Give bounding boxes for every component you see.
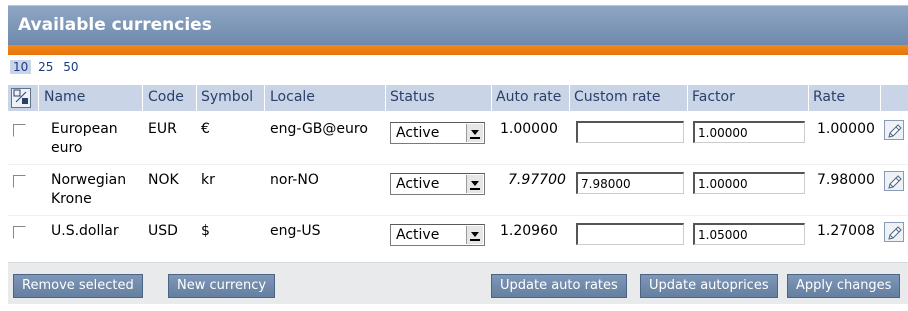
currency-locale: eng-US bbox=[270, 223, 321, 239]
custom-rate-input[interactable]: 7.98000 bbox=[576, 172, 684, 194]
column-header-code[interactable]: Code bbox=[148, 89, 184, 105]
column-header-locale[interactable]: Locale bbox=[270, 89, 315, 105]
status-select-value: Active bbox=[396, 125, 440, 141]
rate-value: 7.98000 bbox=[817, 172, 875, 188]
chevron-down-icon[interactable] bbox=[466, 226, 483, 244]
page-size-selector: 10 25 50 bbox=[10, 60, 82, 74]
currency-symbol: kr bbox=[201, 172, 215, 188]
currency-code: EUR bbox=[148, 121, 177, 137]
custom-rate-input[interactable] bbox=[576, 121, 684, 143]
rate-value: 1.27008 bbox=[817, 223, 875, 239]
column-header-rate[interactable]: Rate bbox=[813, 89, 845, 105]
currencies-panel: Available currencies 10 25 50 Name Code … bbox=[8, 0, 908, 311]
apply-changes-button[interactable]: Apply changes bbox=[787, 274, 901, 298]
update-autoprices-button[interactable]: Update autoprices bbox=[640, 274, 778, 298]
currency-code: USD bbox=[148, 223, 178, 239]
auto-rate-value: 1.00000 bbox=[500, 121, 558, 137]
status-select[interactable]: Active bbox=[390, 224, 485, 246]
row-select-checkbox[interactable] bbox=[13, 124, 26, 137]
column-header-symbol[interactable]: Symbol bbox=[201, 89, 253, 105]
column-header-auto-rate[interactable]: Auto rate bbox=[496, 89, 561, 105]
page-size-option-50[interactable]: 50 bbox=[60, 60, 81, 74]
page-size-option-25[interactable]: 25 bbox=[35, 60, 56, 74]
edit-pencil-icon[interactable] bbox=[884, 222, 904, 242]
currency-name-line1: Norwegian bbox=[51, 172, 127, 188]
factor-input[interactable]: 1.05000 bbox=[693, 223, 805, 245]
table-header: Name Code Symbol Locale Status Auto rate… bbox=[8, 85, 908, 111]
currency-name-line1: European bbox=[51, 121, 118, 137]
table-row: U.S.dollar USD $ eng-US Active 1.20960 1… bbox=[8, 216, 908, 256]
status-select[interactable]: Active bbox=[390, 173, 485, 195]
status-select[interactable]: Active bbox=[390, 122, 485, 144]
factor-input[interactable]: 1.00000 bbox=[693, 172, 805, 194]
currency-code: NOK bbox=[148, 172, 179, 188]
edit-pencil-icon[interactable] bbox=[884, 120, 904, 140]
toggle-selection-icon[interactable] bbox=[11, 88, 31, 108]
column-header-name[interactable]: Name bbox=[44, 89, 85, 105]
chevron-down-icon[interactable] bbox=[466, 175, 483, 193]
currency-symbol: € bbox=[201, 121, 210, 137]
button-bar: Remove selected New currency Update auto… bbox=[8, 262, 908, 304]
edit-pencil-icon[interactable] bbox=[884, 171, 904, 191]
currency-name-line1: U.S.dollar bbox=[51, 223, 119, 239]
currency-locale: nor-NO bbox=[270, 172, 319, 188]
column-header-status[interactable]: Status bbox=[390, 89, 435, 105]
chevron-down-icon[interactable] bbox=[466, 124, 483, 142]
custom-rate-input[interactable] bbox=[576, 223, 684, 245]
currency-symbol: $ bbox=[201, 223, 210, 239]
new-currency-button[interactable]: New currency bbox=[168, 274, 276, 298]
currency-name-line2: Krone bbox=[51, 191, 92, 207]
column-header-factor[interactable]: Factor bbox=[692, 89, 735, 105]
auto-rate-value: 7.97700 bbox=[508, 172, 566, 188]
row-select-checkbox[interactable] bbox=[13, 175, 26, 188]
currency-name-line2: euro bbox=[51, 140, 83, 156]
auto-rate-value: 1.20960 bbox=[500, 223, 558, 239]
rate-value: 1.00000 bbox=[817, 121, 875, 137]
row-select-checkbox[interactable] bbox=[13, 226, 26, 239]
status-select-value: Active bbox=[396, 176, 440, 192]
status-select-value: Active bbox=[396, 227, 440, 243]
page-size-option-10[interactable]: 10 bbox=[10, 60, 32, 74]
currency-locale: eng-GB@euro bbox=[270, 121, 368, 137]
column-header-custom-rate[interactable]: Custom rate bbox=[574, 89, 661, 105]
table-row: European euro EUR € eng-GB@euro Active 1… bbox=[8, 114, 908, 164]
accent-bar bbox=[8, 45, 908, 55]
update-auto-rates-button[interactable]: Update auto rates bbox=[491, 274, 627, 298]
panel-title-bar: Available currencies bbox=[8, 5, 908, 45]
table-row: Norwegian Krone NOK kr nor-NO Active 7.9… bbox=[8, 165, 908, 215]
factor-input[interactable]: 1.00000 bbox=[693, 121, 805, 143]
page-title: Available currencies bbox=[18, 15, 212, 35]
remove-selected-button[interactable]: Remove selected bbox=[13, 274, 143, 298]
